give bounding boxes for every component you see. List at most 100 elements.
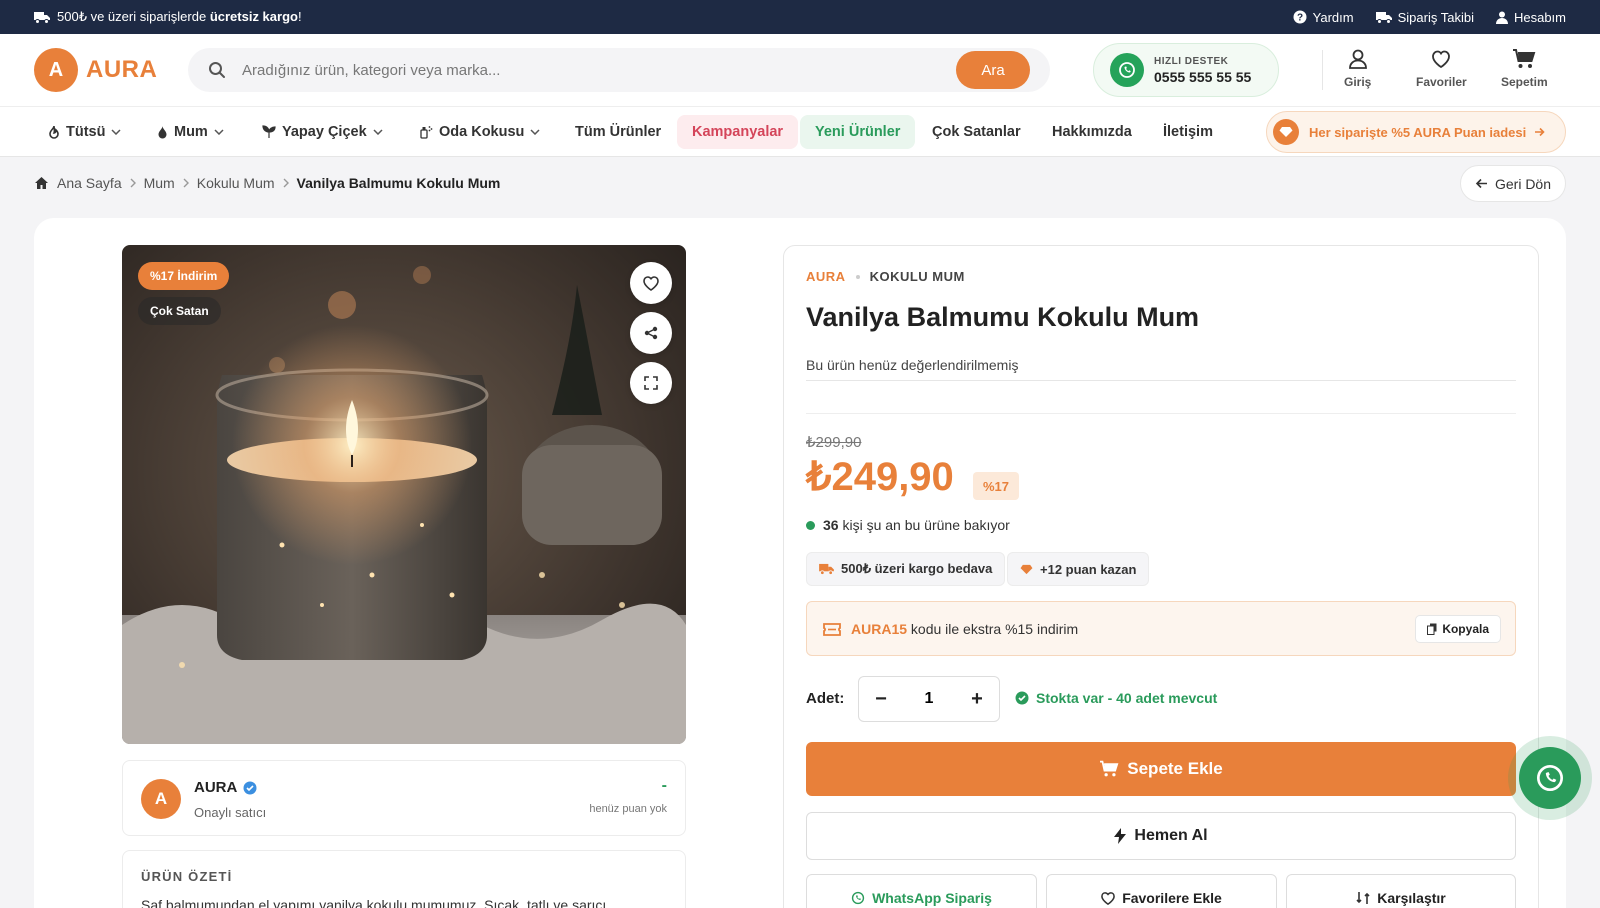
image-fullscreen-button[interactable] bbox=[630, 362, 672, 404]
compare-label: Karşılaştır bbox=[1377, 890, 1446, 906]
favorites-button[interactable]: Favoriler bbox=[1416, 48, 1467, 89]
summary-heading: ÜRÜN ÖZETİ bbox=[141, 869, 233, 884]
review-note: Bu ürün henüz değerlendirilmemiş bbox=[806, 357, 1019, 373]
viewers-text: kişi şu an bu ürüne bakıyor bbox=[842, 517, 1010, 533]
breadcrumb-kokulu-mum[interactable]: Kokulu Mum bbox=[197, 175, 275, 191]
cart-icon bbox=[1512, 48, 1536, 70]
compare-icon bbox=[1356, 891, 1370, 905]
points-chip: +12 puan kazan bbox=[1007, 552, 1150, 586]
live-dot-icon bbox=[806, 520, 815, 530]
copy-icon bbox=[1427, 623, 1437, 635]
price-discount-badge: %17 bbox=[973, 472, 1020, 500]
floating-whatsapp-button[interactable] bbox=[1508, 736, 1592, 820]
quantity-stepper: − + bbox=[858, 676, 1000, 722]
cart-button[interactable]: Sepetim bbox=[1501, 48, 1548, 89]
product-title: Vanilya Balmumu Kokulu Mum bbox=[806, 302, 1200, 332]
nav-item-iletisim[interactable]: İletişim bbox=[1163, 107, 1213, 157]
search-icon bbox=[208, 61, 226, 79]
gem-icon bbox=[1273, 119, 1299, 145]
breadcrumb-home[interactable]: Ana Sayfa bbox=[57, 175, 122, 191]
quantity-increase-button[interactable]: + bbox=[955, 677, 999, 721]
shipping-chip: 500₺ üzeri kargo bedava bbox=[806, 552, 1006, 586]
nav-label: İletişim bbox=[1163, 124, 1213, 140]
quantity-input[interactable] bbox=[903, 690, 955, 708]
nav-label: Kampanyalar bbox=[692, 124, 784, 140]
viewers-count: 36 bbox=[823, 517, 839, 533]
category-nav: Tütsü Mum Yapay Çiçek Oda Kokusu Tüm Ürü… bbox=[0, 107, 1600, 157]
chevron-down-icon bbox=[530, 129, 540, 135]
seedling-icon bbox=[262, 125, 276, 139]
nav-item-yapay-cicek[interactable]: Yapay Çiçek bbox=[262, 107, 383, 157]
product-summary: ÜRÜN ÖZETİ Saf balmumundan el yapımı van… bbox=[122, 850, 686, 908]
stock-text: Stokta var - 40 adet mevcut bbox=[1036, 690, 1218, 706]
chevron-right-icon bbox=[183, 178, 189, 188]
whatsapp-order-label: WhatsApp Sipariş bbox=[872, 890, 992, 906]
copy-coupon-button[interactable]: Kopyala bbox=[1415, 615, 1501, 643]
heart-icon bbox=[1101, 891, 1116, 905]
seller-rating-note: henüz puan yok bbox=[589, 803, 667, 815]
nav-label: Yapay Çiçek bbox=[282, 124, 367, 140]
spray-icon bbox=[419, 125, 433, 139]
add-to-cart-button[interactable]: Sepete Ekle bbox=[806, 742, 1516, 796]
breadcrumb-mum[interactable]: Mum bbox=[144, 175, 175, 191]
cart-label: Sepetim bbox=[1501, 75, 1548, 89]
product-category-line: AURA KOKULU MUM bbox=[806, 269, 965, 284]
logo-mark: A bbox=[34, 48, 78, 92]
divider bbox=[806, 413, 1516, 414]
coupon-text: kodu ile ekstra %15 indirim bbox=[910, 621, 1079, 637]
nav-item-mum[interactable]: Mum bbox=[157, 107, 224, 157]
chevron-right-icon bbox=[283, 178, 289, 188]
search-bar: Ara bbox=[188, 48, 1050, 92]
add-favorites-button[interactable]: Favorilere Ekle bbox=[1046, 874, 1277, 908]
whatsapp-icon bbox=[851, 891, 865, 905]
nav-item-oda-kokusu[interactable]: Oda Kokusu bbox=[419, 107, 540, 157]
header-divider bbox=[1322, 50, 1323, 90]
site-logo[interactable]: A AURA bbox=[34, 48, 157, 92]
cart-plus-icon bbox=[1099, 760, 1119, 778]
coupon-code: AURA15 bbox=[851, 621, 908, 637]
account-link[interactable]: Hesabım bbox=[1495, 10, 1566, 25]
seller-card[interactable]: A AURA Onaylı satıcı - henüz puan yok bbox=[122, 760, 686, 836]
order-tracking-link[interactable]: Sipariş Takibi bbox=[1375, 10, 1474, 25]
chevron-down-icon bbox=[373, 129, 383, 135]
product-brand[interactable]: AURA bbox=[806, 269, 846, 284]
buy-now-button[interactable]: Hemen Al bbox=[806, 812, 1516, 860]
nav-item-tutsu[interactable]: Tütsü bbox=[48, 107, 121, 157]
support-label: HIZLI DESTEK bbox=[1154, 55, 1229, 67]
product-category[interactable]: KOKULU MUM bbox=[870, 269, 965, 284]
home-icon bbox=[34, 176, 49, 190]
image-share-button[interactable] bbox=[630, 312, 672, 354]
flame-icon bbox=[48, 125, 60, 139]
quick-support-box[interactable]: HIZLI DESTEK 0555 555 55 55 bbox=[1093, 43, 1279, 97]
login-button[interactable]: Giriş bbox=[1344, 48, 1371, 89]
nav-item-hakkimizda[interactable]: Hakkımızda bbox=[1052, 107, 1132, 157]
nav-label: Yeni Ürünler bbox=[815, 124, 901, 140]
nav-item-tum-urunler[interactable]: Tüm Ürünler bbox=[575, 107, 661, 157]
nav-item-yeni-urunler[interactable]: Yeni Ürünler bbox=[800, 115, 916, 149]
heart-icon bbox=[643, 275, 659, 291]
current-price: ₺249,90 bbox=[806, 455, 954, 499]
seller-avatar: A bbox=[141, 779, 181, 819]
login-label: Giriş bbox=[1344, 75, 1372, 89]
free-shipping-promo: 500₺ ve üzeri siparişlerde ücretsiz karg… bbox=[34, 0, 302, 34]
share-icon bbox=[644, 326, 658, 340]
add-favorites-label: Favorilere Ekle bbox=[1122, 890, 1222, 906]
compare-button[interactable]: Karşılaştır bbox=[1286, 874, 1516, 908]
heart-icon bbox=[1430, 48, 1452, 70]
points-chip-label: +12 puan kazan bbox=[1040, 561, 1137, 577]
nav-item-kampanyalar[interactable]: Kampanyalar bbox=[677, 115, 799, 149]
top-announcement-bar: 500₺ ve üzeri siparişlerde ücretsiz karg… bbox=[0, 0, 1600, 34]
whatsapp-order-button[interactable]: WhatsApp Sipariş bbox=[806, 874, 1037, 908]
copy-label: Kopyala bbox=[1442, 622, 1489, 636]
help-link[interactable]: ? Yardım bbox=[1293, 10, 1354, 25]
image-favorite-button[interactable] bbox=[630, 262, 672, 304]
user-icon bbox=[1347, 48, 1369, 70]
search-input[interactable] bbox=[242, 61, 942, 79]
ticket-icon bbox=[823, 622, 841, 636]
quantity-decrease-button[interactable]: − bbox=[859, 677, 903, 721]
nav-item-cok-satanlar[interactable]: Çok Satanlar bbox=[932, 107, 1021, 157]
live-viewers: 36 kişi şu an bu ürüne bakıyor bbox=[806, 517, 1010, 533]
search-button[interactable]: Ara bbox=[956, 51, 1030, 89]
back-button[interactable]: Geri Dön bbox=[1460, 165, 1566, 202]
points-banner[interactable]: Her siparişte %5 AURA Puan iadesi bbox=[1266, 111, 1566, 153]
